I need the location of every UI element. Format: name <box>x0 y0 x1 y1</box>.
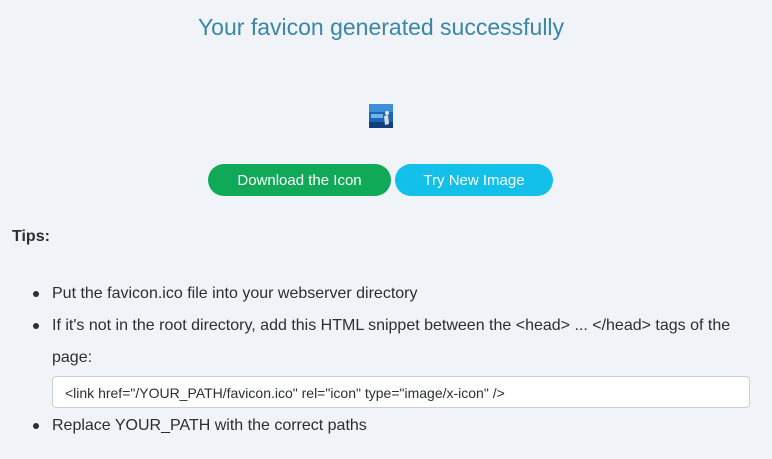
try-new-image-button[interactable]: Try New Image <box>395 164 553 196</box>
tip-text: If it's not in the root directory, add t… <box>52 317 731 366</box>
tips-list: Put the favicon.ico file into your webse… <box>12 278 752 442</box>
list-item: Replace YOUR_PATH with the correct paths <box>12 410 752 442</box>
bullet-icon <box>33 323 39 329</box>
tip-text: Put the favicon.ico file into your webse… <box>52 285 418 302</box>
favicon-preview-icon <box>369 104 393 128</box>
tip-text: Replace YOUR_PATH with the correct paths <box>52 417 367 434</box>
page-title: Your favicon generated successfully <box>197 14 565 40</box>
tips-heading: Tips: <box>12 228 50 245</box>
list-item: If it's not in the root directory, add t… <box>12 310 752 408</box>
html-snippet-field[interactable]: <link href="/YOUR_PATH/favicon.ico" rel=… <box>52 376 750 408</box>
list-item: Put the favicon.ico file into your webse… <box>12 278 752 310</box>
bullet-icon <box>33 423 39 429</box>
action-buttons: Download the Icon Try New Image <box>208 164 553 196</box>
bullet-icon <box>33 291 39 297</box>
download-icon-button[interactable]: Download the Icon <box>208 164 391 196</box>
